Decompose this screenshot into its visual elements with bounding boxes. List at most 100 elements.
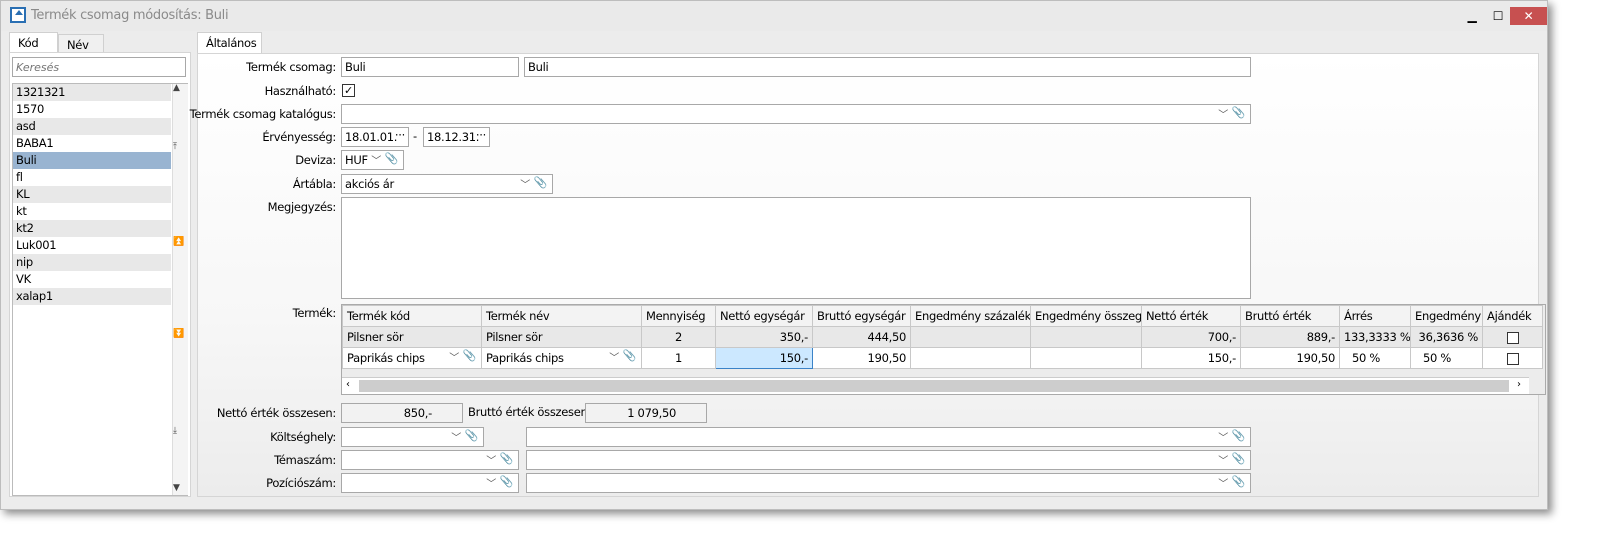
grid-cell[interactable]: 133,3333 % (1339, 326, 1411, 348)
label-termek: Termék: (292, 306, 337, 320)
grid-cell[interactable]: 2 (641, 326, 716, 348)
column-header[interactable]: Engedmény összeg (1030, 305, 1142, 327)
grid-cell[interactable]: 190,50 (1240, 347, 1340, 369)
csomag-kod-input[interactable]: Buli (341, 57, 519, 77)
horizontal-scrollbar[interactable]: ‹ › (342, 377, 1529, 394)
paperclip-icon[interactable]: 📎 (1232, 429, 1246, 442)
grid-cell[interactable]: Pilsner sör (342, 326, 482, 348)
temaszam-nev-select[interactable]: ﹀ 📎 (526, 450, 1251, 470)
grid-cell[interactable]: 150,- (715, 347, 813, 369)
koltseghely-nev-select[interactable]: ﹀ 📎 (526, 427, 1251, 447)
paperclip-icon[interactable]: 📎 (500, 452, 514, 465)
table-row[interactable]: Pilsner sör Pilsner sör 2 350,- 444,50 700,- 8… (342, 326, 1543, 348)
grid-cell[interactable]: 444,50 (812, 326, 911, 348)
page-up-icon[interactable]: ⏫ (173, 237, 184, 247)
column-header[interactable]: Termék név (481, 305, 642, 327)
tab-kod[interactable]: Kód (9, 32, 58, 53)
paperclip-icon[interactable]: 📎 (1232, 106, 1246, 119)
date-picker-icon[interactable]: ··· (476, 128, 486, 142)
maximize-button[interactable]: ☐ (1484, 7, 1512, 25)
grid-cell[interactable]: 190,50 (812, 347, 911, 369)
paperclip-icon[interactable]: 📎 (1232, 452, 1246, 465)
minimize-button[interactable]: ▁ (1458, 7, 1486, 25)
column-header[interactable]: Bruttó érték (1240, 305, 1340, 327)
artabla-select[interactable]: akciós ár ﹀ 📎 (341, 174, 553, 194)
chevron-down-icon: ﹀ (449, 353, 459, 364)
grid-cell[interactable]: 889,- (1240, 326, 1340, 348)
list-item[interactable]: nip (13, 254, 171, 271)
grid-cell[interactable] (1030, 347, 1142, 369)
column-header[interactable]: Árrés (1339, 305, 1411, 327)
ajandek-checkbox[interactable] (1506, 331, 1519, 344)
grid-cell[interactable]: 350,- (715, 326, 813, 348)
column-header[interactable]: Bruttó egységár (812, 305, 911, 327)
grid-cell[interactable]: Paprikás chips ﹀ 📎 (342, 347, 482, 369)
grid-cell[interactable]: Pilsner sör (481, 326, 642, 348)
grid-cell[interactable] (1482, 347, 1543, 369)
csomag-nev-input[interactable]: Buli (524, 57, 1251, 77)
grid-cell[interactable]: 50 % (1410, 347, 1483, 369)
grid-cell[interactable] (910, 326, 1031, 348)
grid-cell[interactable]: 36,3636 % (1410, 326, 1483, 348)
column-header[interactable]: Engedmény (1410, 305, 1483, 327)
scrollbar-thumb[interactable] (359, 380, 1509, 392)
column-header[interactable]: Nettó egységár (715, 305, 813, 327)
cell-value: 190,50 (867, 351, 907, 365)
date-picker-icon[interactable]: ··· (395, 128, 405, 142)
column-header[interactable]: Ajándék (1482, 305, 1543, 327)
grid-cell[interactable]: 1 (641, 347, 716, 369)
koltseghely-select[interactable]: ﹀ 📎 (341, 427, 484, 447)
ajandek-checkbox[interactable] (1506, 352, 1519, 365)
temaszam-select[interactable]: ﹀ 📎 (341, 450, 519, 470)
pozicioszam-nev-select[interactable]: ﹀ 📎 (526, 473, 1251, 493)
grid-cell[interactable] (910, 347, 1031, 369)
label-ervenyesseg: Érvényesség: (262, 130, 336, 144)
hasznalhato-checkbox[interactable]: ✓ (342, 84, 355, 97)
close-button[interactable]: ✕ (1510, 7, 1547, 25)
grid-cell[interactable] (1030, 326, 1142, 348)
chevron-down-icon: ﹀ (486, 479, 496, 490)
tab-nev[interactable]: Név (58, 34, 104, 54)
page-down-icon[interactable]: ⏬ (173, 329, 184, 339)
grid-cell[interactable]: Paprikás chips ﹀ 📎 (481, 347, 642, 369)
ervenyes-tol-input[interactable]: 18.01.01. ··· (341, 127, 409, 147)
column-header[interactable]: Engedmény százalék (910, 305, 1031, 327)
cell-value: Paprikás chips (486, 351, 564, 365)
table-row[interactable]: Paprikás chips ﹀ 📎 Paprikás chips ﹀ 📎 1 150,- 19… (342, 347, 1543, 369)
column-header[interactable]: Termék kód (342, 305, 482, 327)
deviza-select[interactable]: HUF ﹀ 📎 (341, 150, 404, 170)
scroll-right-icon[interactable]: › (1517, 379, 1521, 390)
megjegyzes-textarea[interactable] (341, 197, 1251, 299)
list-item[interactable]: Luk001 (13, 237, 171, 254)
grid-cell[interactable] (1482, 326, 1543, 348)
column-header[interactable]: Mennyiség (641, 305, 716, 327)
grid-cell[interactable]: 50 % (1339, 347, 1411, 369)
list-item[interactable]: VK (13, 271, 171, 288)
paperclip-icon[interactable]: 📎 (385, 152, 399, 165)
pozicioszam-select[interactable]: ﹀ 📎 (341, 473, 519, 493)
grid-cell[interactable]: 150,- (1141, 347, 1241, 369)
window-title: Termék csomag módosítás: Buli (31, 8, 229, 23)
cell-value: 350,- (779, 330, 809, 344)
cell-value: 50 % (1423, 351, 1452, 365)
netto-osszesen-field: 850,- (341, 403, 463, 423)
paperclip-icon[interactable]: 📎 (465, 429, 479, 442)
label-brutto-osszesen: Bruttó érték összesen: (468, 405, 592, 419)
grid-cell[interactable]: 700,- (1141, 326, 1241, 348)
list-item[interactable]: kt2 (13, 220, 171, 237)
paperclip-icon[interactable]: 📎 (463, 349, 477, 362)
chevron-down-icon: ﹀ (1218, 433, 1228, 444)
paperclip-icon[interactable]: 📎 (534, 176, 548, 189)
column-header[interactable]: Nettó érték (1141, 305, 1241, 327)
label-deviza: Deviza: (295, 153, 336, 167)
cell-value: Pilsner sör (486, 330, 543, 344)
ervenyes-ig-input[interactable]: 18.12.31. ··· (423, 127, 490, 147)
label-pozicioszam: Pozíciószám: (266, 476, 336, 490)
chevron-down-icon: ﹀ (1218, 456, 1228, 467)
paperclip-icon[interactable]: 📎 (500, 475, 514, 488)
tab-altalanos[interactable]: Általános (197, 32, 262, 53)
paperclip-icon[interactable]: 📎 (1232, 475, 1246, 488)
scroll-left-icon[interactable]: ‹ (346, 379, 350, 390)
katalogus-select[interactable]: ﹀ 📎 (341, 104, 1251, 124)
paperclip-icon[interactable]: 📎 (623, 349, 637, 362)
